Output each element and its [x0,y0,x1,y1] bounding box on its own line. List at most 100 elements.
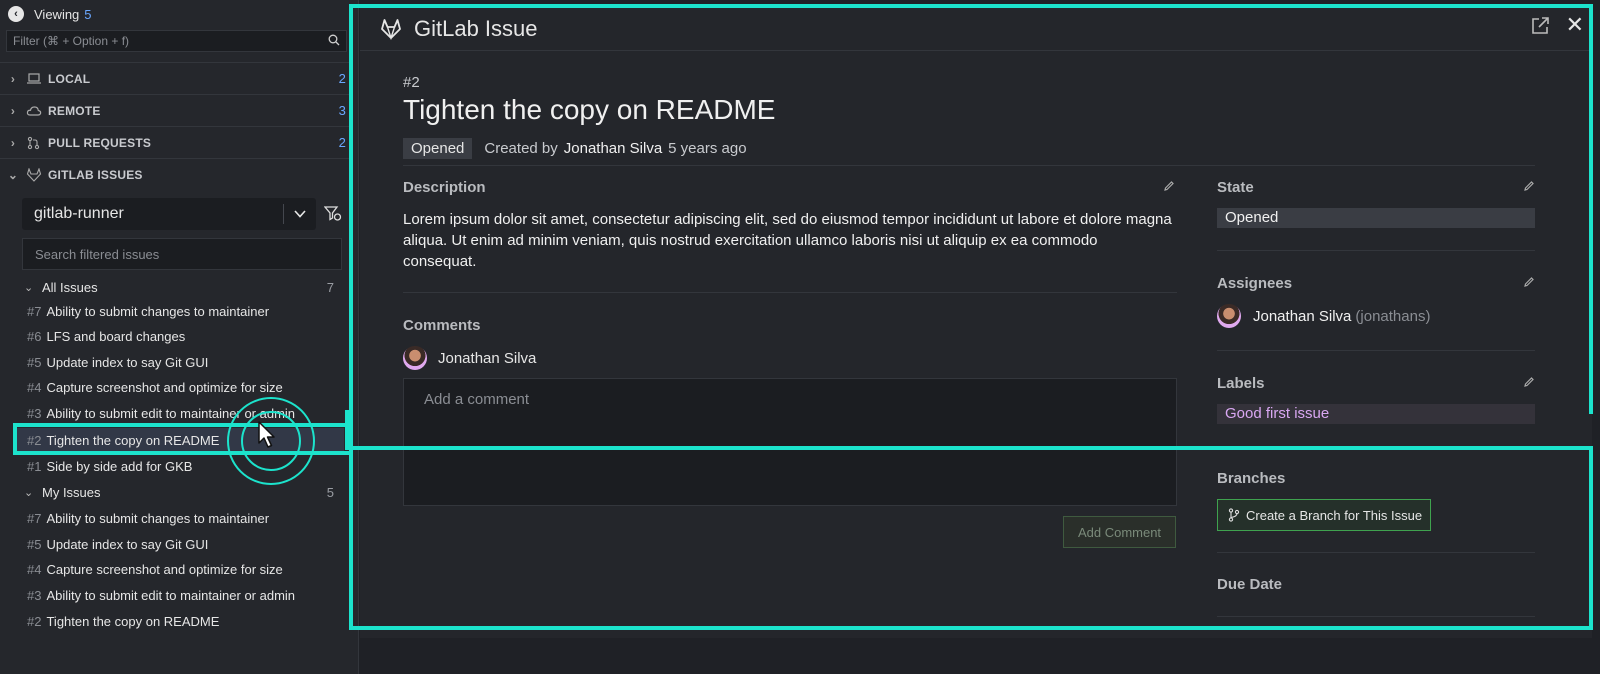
issue-search-input[interactable]: Search filtered issues [22,238,342,270]
issue-title: Capture screenshot and optimize for size [46,379,283,395]
issue-number: #7 [27,303,42,319]
gitlab-logo-icon [381,19,401,40]
issue-number: #7 [27,510,42,526]
comments-heading: Comments [403,317,481,334]
assignee: Jonathan Silva (jonathans) [1253,308,1430,325]
issue-item[interactable]: #4 Capture screenshot and optimize for si… [14,557,344,581]
edit-pencil-icon[interactable] [1523,180,1535,192]
edit-pencil-icon[interactable] [1163,180,1175,192]
issue-item[interactable]: #6 LFS and board changes [14,324,344,348]
chevron-down-icon [294,210,306,218]
status-badge: Opened [403,138,473,159]
issue-title: LFS and board changes [46,328,186,344]
issue-number: #2 [27,432,42,448]
section-gitlab-issues[interactable]: ⌄ GITLAB ISSUES [0,158,352,190]
branch-icon [1228,508,1240,522]
divider [403,165,1535,166]
issue-item[interactable]: #4 Capture screenshot and optimize for si… [14,375,344,399]
issue-item[interactable]: #7 Ability to submit changes to maintaine… [14,299,344,323]
filter-settings-icon[interactable] [324,205,342,223]
assignee-name: Jonathan Silva [1253,308,1352,325]
branches-heading: Branches [1217,470,1286,487]
chevron-right-icon: › [10,103,16,118]
panel-header: GitLab Issue [360,8,1592,51]
search-icon[interactable] [328,34,340,46]
issue-number: #3 [27,405,42,421]
sidebar: ‹ Viewing 5 Filter (⌘ + Option + f) › LO… [0,0,359,674]
issue-number: #4 [27,379,42,395]
external-link-icon[interactable] [1530,16,1550,36]
panel-title: GitLab Issue [414,16,538,41]
viewing-label: Viewing [34,6,80,22]
issue-search-placeholder: Search filtered issues [35,247,160,262]
comment-textarea[interactable]: Add a comment [403,378,1177,506]
chevron-down-icon: ⌄ [7,167,19,182]
description-heading: Description [403,179,486,196]
comment-placeholder: Add a comment [424,391,530,408]
issue-meta: Opened Created by Jonathan Silva 5 years… [403,138,747,159]
issue-number-heading: #2 [403,74,420,91]
issue-age: 5 years ago [668,140,747,157]
issue-item[interactable]: #5 Update index to say Git GUI [14,350,344,374]
group-count: 7 [326,279,334,295]
chevron-down-icon: ⌄ [24,486,34,499]
author-name[interactable]: Jonathan Silva [564,140,662,157]
avatar [1217,304,1241,328]
state-heading: State [1217,179,1254,196]
issue-title: Update index to say Git GUI [46,536,209,552]
label-badge[interactable]: Good first issue [1217,404,1535,424]
section-count: 2 [338,71,346,86]
edit-pencil-icon[interactable] [1523,276,1535,288]
repo-select[interactable]: gitlab-runner [22,198,316,230]
group-label: All Issues [42,279,98,295]
mouse-pointer-icon [258,421,275,448]
issue-title: Tighten the copy on README [46,432,220,448]
close-icon[interactable]: ✕ [1566,12,1584,38]
section-count: 3 [338,103,346,118]
assignees-heading: Assignees [1217,275,1293,292]
section-local[interactable]: › LOCAL 2 [0,62,352,94]
issue-item[interactable]: #3 Ability to submit edit to maintainer o… [14,583,344,607]
issue-item[interactable]: #7 Ability to submit changes to maintaine… [14,506,344,530]
issue-number: #2 [27,613,42,629]
cloud-icon [26,105,42,116]
section-remote[interactable]: › REMOTE 3 [0,94,352,126]
section-label: LOCAL [48,71,91,86]
due-date-heading: Due Date [1217,576,1283,593]
viewing-header: ‹ Viewing 5 [0,0,358,28]
group-all-issues[interactable]: ⌄ All Issues 7 [24,276,334,298]
created-by-label: Created by [484,140,558,157]
issue-item[interactable]: #2 Tighten the copy on README [14,609,344,633]
assignee-handle: (jonathans) [1355,308,1431,325]
divider [1217,350,1535,351]
section-label: PULL REQUESTS [48,135,152,150]
group-my-issues[interactable]: ⌄ My Issues 5 [24,481,334,503]
select-divider [283,204,284,224]
avatar [403,346,427,370]
divider [1217,250,1535,251]
chevron-right-icon: › [10,71,16,86]
group-count: 5 [326,484,334,500]
back-icon[interactable]: ‹ [8,6,24,22]
issue-item[interactable]: #5 Update index to say Git GUI [14,532,344,556]
filter-input[interactable]: Filter (⌘ + Option + f) [6,30,347,52]
chevron-right-icon: › [10,135,16,150]
issue-title: Tighten the copy on README [46,613,220,629]
chevron-down-icon: ⌄ [24,281,34,294]
issue-number: #5 [27,354,42,370]
create-branch-button[interactable]: Create a Branch for This Issue [1217,499,1431,531]
add-comment-button[interactable]: Add Comment [1063,516,1176,548]
edit-pencil-icon[interactable] [1523,376,1535,388]
issue-number: #6 [27,328,42,344]
laptop-icon [27,72,41,84]
issue-title: Ability to submit changes to maintainer [46,510,270,526]
labels-heading: Labels [1217,375,1265,392]
section-label: REMOTE [48,103,101,118]
section-pull-requests[interactable]: › PULL REQUESTS 2 [0,126,352,158]
state-value[interactable]: Opened [1217,208,1535,228]
issue-title: Ability to submit edit to maintainer or … [46,587,296,603]
issue-number: #3 [27,587,42,603]
issue-description: Lorem ipsum dolor sit amet, consectetur … [403,211,1172,270]
issue-panel: GitLab Issue ✕ #2 Tighten the copy on RE… [360,8,1592,638]
commenter-name: Jonathan Silva [438,350,537,367]
